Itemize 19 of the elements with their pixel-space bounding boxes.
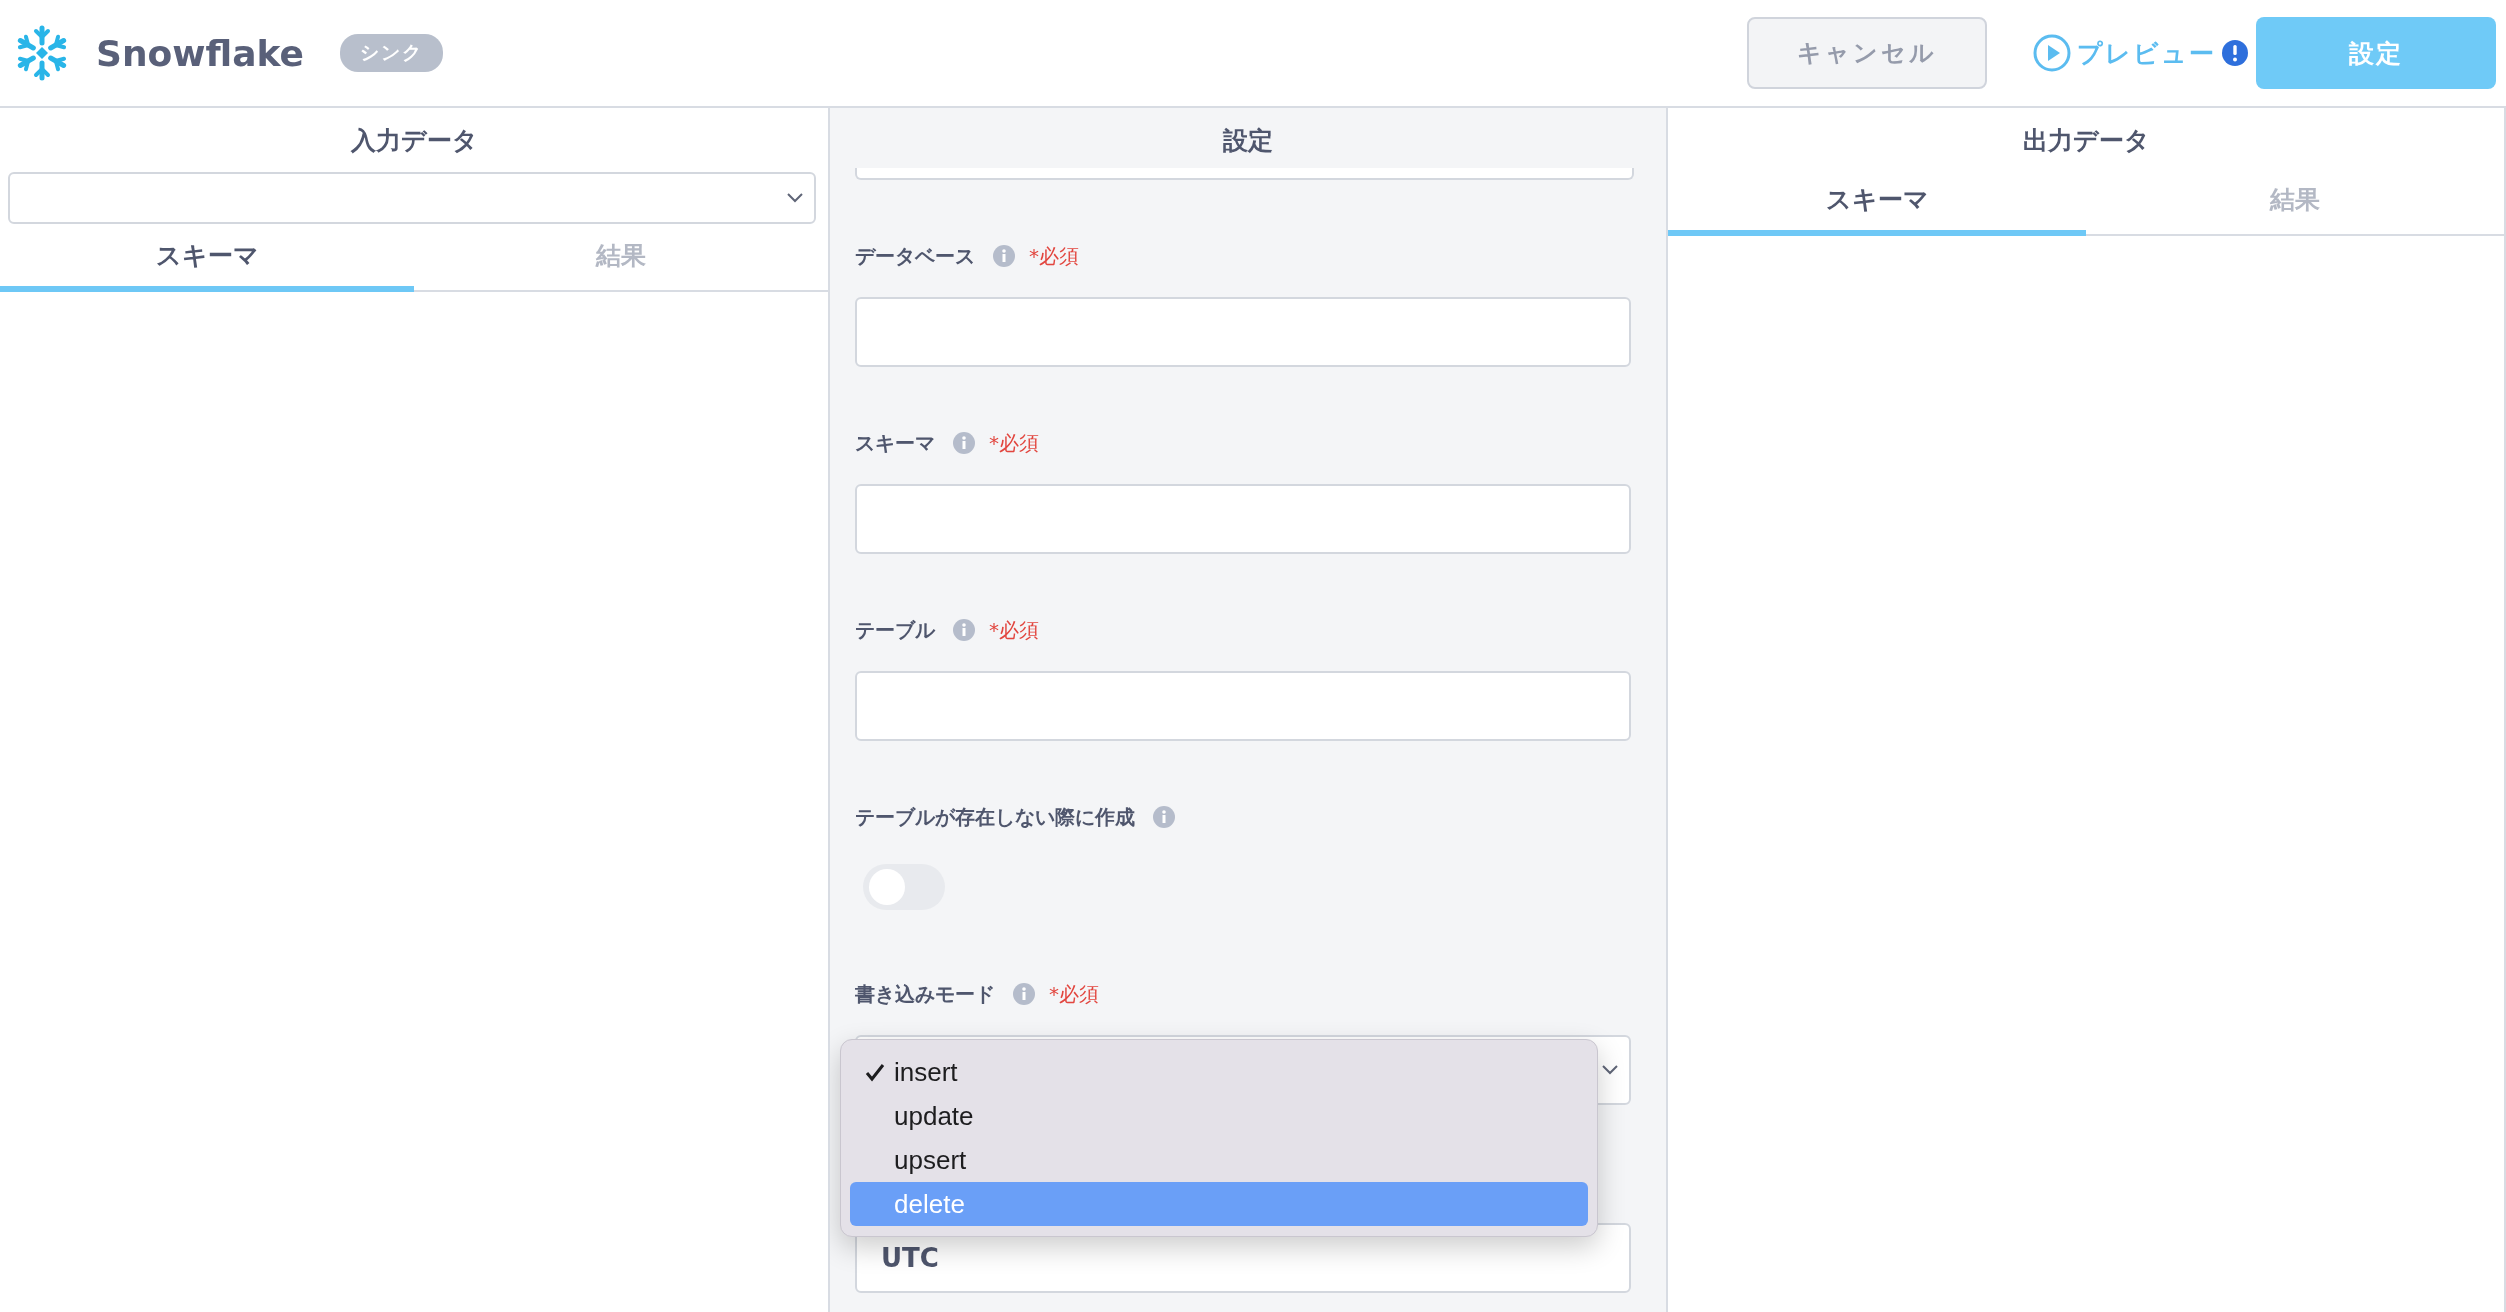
panel-title: 入力データ: [349, 124, 479, 157]
required-mark: *必須: [1029, 242, 1079, 270]
field-label: データベース: [855, 242, 975, 270]
field-label: スキーマ: [855, 429, 935, 457]
tab[interactable]: スキーマ: [1668, 168, 2086, 236]
menu-item[interactable]: update: [850, 1094, 1588, 1138]
tab[interactable]: スキーマ: [0, 224, 414, 292]
field-label: 書き込みモード: [855, 980, 995, 1008]
menu-item[interactable]: insert: [850, 1050, 1588, 1094]
app-title: Snowflake: [96, 32, 304, 74]
panel-title: 設定: [1222, 124, 1274, 157]
required-mark: *必須: [989, 429, 1039, 457]
type-badge: シンク: [339, 34, 443, 72]
field-label: テーブルが存在しない際に作成: [855, 803, 1135, 831]
required-mark: *必須: [989, 616, 1039, 644]
menu-item[interactable]: upsert: [850, 1138, 1588, 1182]
field-label: テーブル: [855, 616, 935, 644]
required-mark: *必須: [1049, 980, 1099, 1008]
panel-title: 出力データ: [2021, 124, 2151, 157]
